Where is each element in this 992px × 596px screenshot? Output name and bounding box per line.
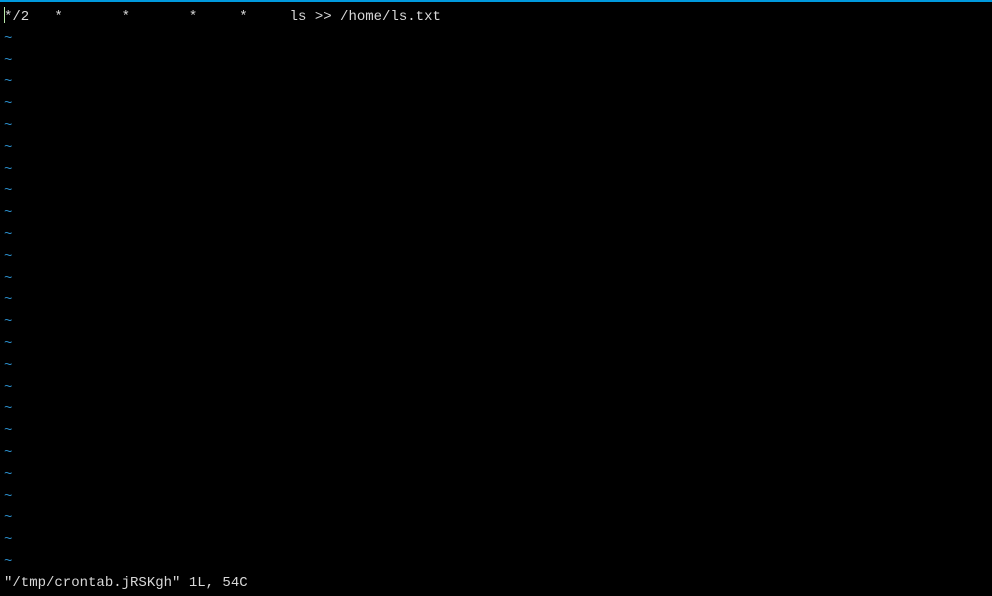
empty-line-marker: ~: [0, 421, 992, 443]
empty-line-marker: ~: [0, 356, 992, 378]
empty-line-marker: ~: [0, 312, 992, 334]
empty-line-marker: ~: [0, 51, 992, 73]
empty-line-marker: ~: [0, 160, 992, 182]
empty-line-marker: ~: [0, 399, 992, 421]
empty-line-marker: ~: [0, 72, 992, 94]
empty-line-marker: ~: [0, 487, 992, 509]
empty-line-marker: ~: [0, 443, 992, 465]
empty-line-marker: ~: [0, 465, 992, 487]
empty-line-marker: ~: [0, 138, 992, 160]
empty-line-marker: ~: [0, 290, 992, 312]
empty-line-marker: ~: [0, 508, 992, 530]
empty-line-marker: ~: [0, 334, 992, 356]
empty-line-marker: ~: [0, 116, 992, 138]
empty-line-marker: ~: [0, 378, 992, 400]
empty-line-marker: ~: [0, 225, 992, 247]
status-line: "/tmp/crontab.jRSKgh" 1L, 54C: [4, 574, 992, 592]
empty-line-marker: ~: [0, 181, 992, 203]
file-info: "/tmp/crontab.jRSKgh" 1L, 54C: [4, 575, 248, 591]
content-line[interactable]: */2 * * * * ls >> /home/ls.txt: [0, 7, 992, 29]
editor-buffer[interactable]: */2 * * * * ls >> /home/ls.txt ~~~~~~~~~…: [0, 7, 992, 574]
cursor: [4, 7, 5, 23]
crontab-entry: */2 * * * * ls >> /home/ls.txt: [4, 9, 441, 25]
empty-line-marker: ~: [0, 530, 992, 552]
empty-line-marker: ~: [0, 94, 992, 116]
empty-line-marker: ~: [0, 203, 992, 225]
empty-line-marker: ~: [0, 552, 992, 574]
empty-line-marker: ~: [0, 29, 992, 51]
empty-line-marker: ~: [0, 269, 992, 291]
empty-line-marker: ~: [0, 247, 992, 269]
